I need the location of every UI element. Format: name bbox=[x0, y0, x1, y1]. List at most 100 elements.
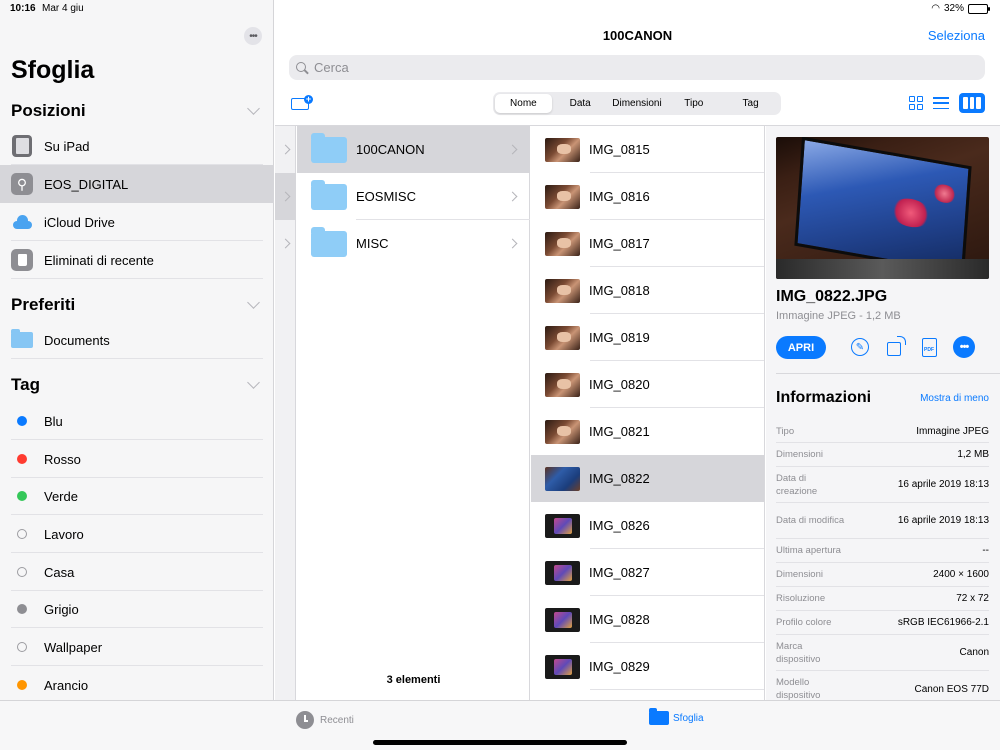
file-row[interactable] bbox=[531, 690, 764, 700]
file-row[interactable]: IMG_0815 bbox=[531, 126, 764, 173]
info-key: Tipo bbox=[776, 425, 795, 437]
preview-subtitle: Immagine JPEG - 1,2 MB bbox=[776, 310, 901, 322]
section-label: Preferiti bbox=[11, 295, 76, 314]
tab-sfoglia[interactable]: Sfoglia bbox=[649, 708, 704, 725]
file-row[interactable]: IMG_0826 bbox=[531, 502, 764, 549]
sidebar: 10:16 Mar 4 giu ••• Sfoglia Posizioni Su… bbox=[0, 0, 274, 700]
preview-pane: IMG_0822.JPG Immagine JPEG - 1,2 MB APRI… bbox=[766, 126, 1000, 700]
chevron-right-icon bbox=[280, 191, 291, 202]
preview-image[interactable] bbox=[776, 137, 989, 279]
folder-row-100canon[interactable]: 100CANON bbox=[297, 126, 530, 173]
file-row[interactable]: IMG_0816 bbox=[531, 173, 764, 220]
sidebar-item-eos-digital[interactable]: ⚲ EOS_DIGITAL bbox=[0, 165, 274, 203]
battery-icon bbox=[968, 3, 990, 14]
more-actions-icon[interactable]: ••• bbox=[953, 336, 975, 358]
file-name: IMG_0829 bbox=[589, 659, 650, 674]
sort-option-type[interactable]: Tipo bbox=[665, 94, 722, 113]
section-header-tag[interactable]: Tag bbox=[11, 371, 263, 399]
folder-row-misc[interactable]: MISC bbox=[297, 220, 530, 267]
folder-row-eosmisc[interactable]: EOSMISC bbox=[297, 173, 530, 220]
chevron-right-icon bbox=[507, 144, 518, 155]
info-value: 16 aprile 2019 18:13 bbox=[897, 515, 989, 526]
file-name: IMG_0828 bbox=[589, 612, 650, 627]
file-row[interactable]: IMG_0817 bbox=[531, 220, 764, 267]
image-thumbnail bbox=[545, 137, 580, 162]
folder-icon bbox=[311, 132, 347, 163]
sidebar-item-label: iCloud Drive bbox=[44, 214, 115, 230]
file-name: IMG_0821 bbox=[589, 424, 650, 439]
home-indicator[interactable] bbox=[373, 740, 627, 745]
image-thumbnail bbox=[545, 278, 580, 303]
sidebar-item-recently-deleted[interactable]: Eliminati di recente bbox=[0, 241, 274, 279]
file-row[interactable]: IMG_0818 bbox=[531, 267, 764, 314]
info-row: Dimensioni 1,2 MB bbox=[776, 443, 989, 467]
file-row[interactable]: IMG_0820 bbox=[531, 361, 764, 408]
chevron-right-icon bbox=[280, 144, 291, 155]
info-key: Risoluzione bbox=[776, 593, 826, 604]
info-row: Dimensioni 2400 × 1600 bbox=[776, 563, 989, 587]
section-header-preferiti[interactable]: Preferiti bbox=[11, 291, 263, 319]
sidebar-tag-wallpaper[interactable]: Wallpaper bbox=[0, 628, 274, 666]
file-row[interactable]: IMG_0819 bbox=[531, 314, 764, 361]
sidebar-tag-rosso[interactable]: Rosso bbox=[0, 440, 274, 478]
image-thumbnail bbox=[545, 419, 580, 444]
section-label: Posizioni bbox=[11, 101, 86, 120]
sidebar-title: Sfoglia bbox=[11, 56, 95, 84]
sidebar-tag-casa[interactable]: Casa bbox=[0, 553, 274, 591]
tab-recenti[interactable]: Recenti bbox=[296, 711, 354, 729]
folder-icon bbox=[311, 226, 347, 257]
sidebar-item-documents[interactable]: Documents bbox=[0, 321, 274, 359]
sort-option-size[interactable]: Dimensioni bbox=[609, 94, 666, 113]
image-thumbnail bbox=[545, 372, 580, 397]
rotate-icon[interactable] bbox=[883, 335, 906, 358]
image-thumbnail bbox=[545, 654, 580, 679]
search-input[interactable]: Cerca bbox=[289, 55, 985, 80]
file-row[interactable]: IMG_0827 bbox=[531, 549, 764, 596]
sidebar-tag-grigio[interactable]: Grigio bbox=[0, 590, 274, 628]
tab-label: Recenti bbox=[320, 714, 354, 726]
parent-row[interactable] bbox=[275, 220, 296, 267]
sidebar-tag-lavoro[interactable]: Lavoro bbox=[0, 515, 274, 553]
icon-view-icon[interactable] bbox=[909, 96, 923, 110]
chevron-down-icon bbox=[247, 376, 260, 389]
folder-title: 100CANON bbox=[602, 28, 673, 43]
sort-option-tag[interactable]: Tag bbox=[722, 94, 779, 113]
wifi-icon: ◠ bbox=[931, 3, 940, 14]
info-key: Data di modifica bbox=[776, 515, 845, 526]
markup-icon[interactable]: ✎ bbox=[849, 336, 871, 358]
tag-color-dot bbox=[17, 604, 27, 614]
sort-segmented-control: Nome Data Dimensioni Tipo Tag bbox=[493, 92, 781, 115]
parent-row[interactable] bbox=[275, 173, 296, 220]
info-value: 2400 × 1600 bbox=[933, 569, 989, 580]
new-folder-icon[interactable]: + bbox=[291, 95, 313, 111]
sort-option-date[interactable]: Data bbox=[552, 94, 609, 113]
file-row[interactable]: IMG_0821 bbox=[531, 408, 764, 455]
file-row[interactable]: IMG_0828 bbox=[531, 596, 764, 643]
select-button[interactable]: Seleziona bbox=[928, 28, 985, 43]
section-label: Tag bbox=[11, 375, 40, 394]
file-row[interactable]: IMG_0829 bbox=[531, 643, 764, 690]
sidebar-item-su-ipad[interactable]: Su iPad bbox=[0, 127, 274, 165]
sidebar-tag-blu[interactable]: Blu bbox=[0, 402, 274, 440]
folder-name: EOSMISC bbox=[356, 189, 416, 204]
sidebar-tag-verde[interactable]: Verde bbox=[0, 477, 274, 515]
file-row-selected[interactable]: IMG_0822 bbox=[531, 455, 764, 502]
tag-color-dot bbox=[17, 680, 27, 690]
sort-option-name[interactable]: Nome bbox=[495, 94, 552, 113]
info-row: Data di modifica 16 aprile 2019 18:13 bbox=[776, 503, 989, 539]
sidebar-item-icloud-drive[interactable]: iCloud Drive bbox=[0, 203, 274, 241]
info-key: Modello dispositivo bbox=[776, 677, 821, 700]
create-pdf-icon[interactable]: PDF bbox=[918, 336, 940, 358]
parent-row[interactable] bbox=[275, 126, 296, 173]
section-header-posizioni[interactable]: Posizioni bbox=[11, 97, 263, 125]
info-value: sRGB IEC61966-2.1 bbox=[897, 617, 989, 628]
info-row: Tipo Immagine JPEG bbox=[776, 420, 989, 443]
image-thumbnail bbox=[545, 513, 580, 538]
open-button[interactable]: APRI bbox=[776, 336, 826, 359]
file-name: IMG_0822 bbox=[589, 471, 650, 486]
show-less-link[interactable]: Mostra di meno bbox=[920, 393, 989, 404]
column-view-icon[interactable] bbox=[959, 93, 985, 113]
sidebar-more-button[interactable]: ••• bbox=[244, 27, 262, 45]
list-view-icon[interactable] bbox=[933, 97, 949, 109]
sidebar-tag-arancio[interactable]: Arancio bbox=[0, 666, 274, 704]
